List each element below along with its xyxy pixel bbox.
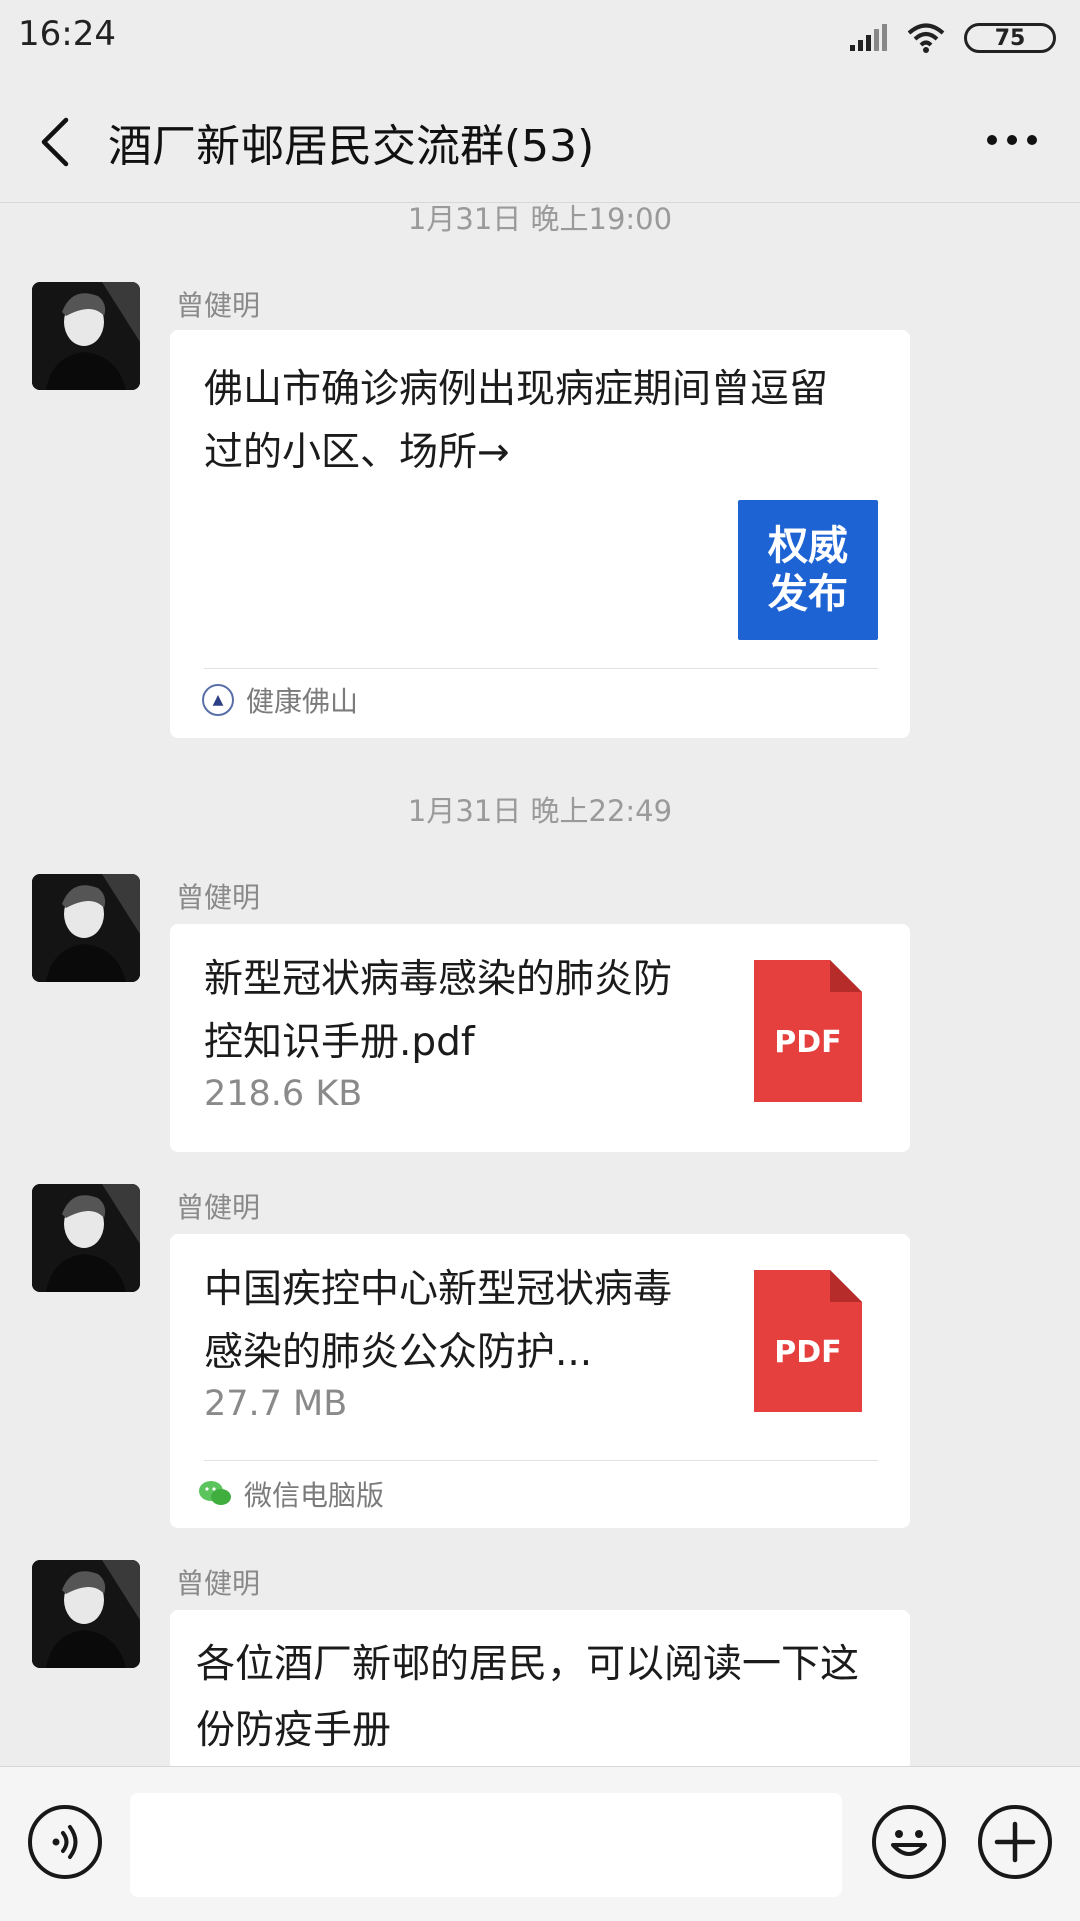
- file-card[interactable]: 中国疾控中心新型冠状病毒感染的肺炎公众防护... 27.7 MB PDF 微信电…: [170, 1234, 910, 1528]
- link-title: 佛山市确诊病例出现病症期间曾逗留过的小区、场所→: [204, 367, 829, 475]
- card-divider: [204, 1460, 878, 1461]
- file-name: 中国疾控中心新型冠状病毒感染的肺炎公众防护...: [204, 1267, 673, 1375]
- file-size: 27.7 MB: [204, 1384, 348, 1424]
- chat-header: 酒厂新邨居民交流群(53): [0, 80, 1080, 203]
- health-foshan-logo-icon: ▲: [202, 684, 234, 716]
- source-name: 微信电脑版: [244, 1479, 385, 1512]
- sender-name: 曾健明: [176, 289, 261, 322]
- pdf-label: PDF: [774, 1025, 841, 1060]
- pdf-file-icon: PDF: [754, 1270, 862, 1412]
- file-card[interactable]: 新型冠状病毒感染的肺炎防控知识手册.pdf 218.6 KB PDF: [170, 924, 910, 1152]
- avatar[interactable]: [32, 1560, 140, 1668]
- message-input[interactable]: [130, 1793, 842, 1897]
- avatar[interactable]: [32, 1184, 140, 1292]
- status-bar: 16:24 75: [0, 0, 1080, 80]
- status-icons: 75: [848, 18, 1056, 58]
- status-time: 16:24: [18, 14, 116, 54]
- source-name: 健康佛山: [246, 685, 359, 718]
- wifi-icon: [907, 23, 945, 53]
- chat-title: 酒厂新邨居民交流群(53): [108, 121, 595, 172]
- message-timestamp: 1月31日 晚上19:00: [407, 202, 673, 236]
- message-timestamp: 1月31日 晚上22:49: [407, 794, 673, 828]
- link-source: ▲ 健康佛山: [202, 680, 358, 720]
- avatar-image: [32, 1560, 140, 1668]
- message-text: 各位酒厂新邨的居民，可以阅读一下这份防疫手册: [196, 1642, 860, 1753]
- signal-icon: [850, 24, 887, 51]
- text-message-bubble[interactable]: 各位酒厂新邨的居民，可以阅读一下这份防疫手册: [170, 1610, 910, 1766]
- thumb-text-line1: 权威: [768, 523, 848, 569]
- input-bar: [0, 1766, 1080, 1921]
- battery-indicator: 75: [964, 23, 1056, 53]
- card-divider: [204, 668, 878, 669]
- thumb-text-line2: 发布: [768, 571, 848, 617]
- emoji-button[interactable]: [872, 1805, 946, 1879]
- pdf-file-icon: PDF: [754, 960, 862, 1102]
- wechat-icon: [199, 1481, 231, 1505]
- voice-icon: [52, 1825, 78, 1859]
- chat-message-list[interactable]: 1月31日 晚上19:00 曾健明 佛山市确诊病例出现病症期间曾逗留过的小区、场…: [0, 202, 1080, 1766]
- file-name: 新型冠状病毒感染的肺炎防控知识手册.pdf: [204, 957, 673, 1065]
- sender-name: 曾健明: [176, 881, 261, 914]
- sender-name: 曾健明: [176, 1567, 261, 1600]
- file-size: 218.6 KB: [204, 1074, 363, 1114]
- avatar-image: [32, 282, 140, 390]
- more-horizontal-icon[interactable]: [984, 128, 1040, 152]
- sender-name: 曾健明: [176, 1191, 261, 1224]
- avatar[interactable]: [32, 874, 140, 982]
- pdf-label: PDF: [774, 1335, 841, 1370]
- plus-button[interactable]: [978, 1805, 1052, 1879]
- link-thumbnail: 权威 发布: [738, 500, 878, 640]
- avatar-image: [32, 1184, 140, 1292]
- link-card[interactable]: 佛山市确诊病例出现病症期间曾逗留过的小区、场所→ 权威 发布 ▲ 健康佛山: [170, 330, 910, 738]
- avatar[interactable]: [32, 282, 140, 390]
- emoji-icon: [891, 1830, 927, 1856]
- chevron-left-icon[interactable]: [30, 116, 78, 168]
- voice-button[interactable]: [28, 1805, 102, 1879]
- file-source: 微信电脑版: [198, 1474, 384, 1514]
- avatar-image: [32, 874, 140, 982]
- plus-icon: [994, 1821, 1036, 1863]
